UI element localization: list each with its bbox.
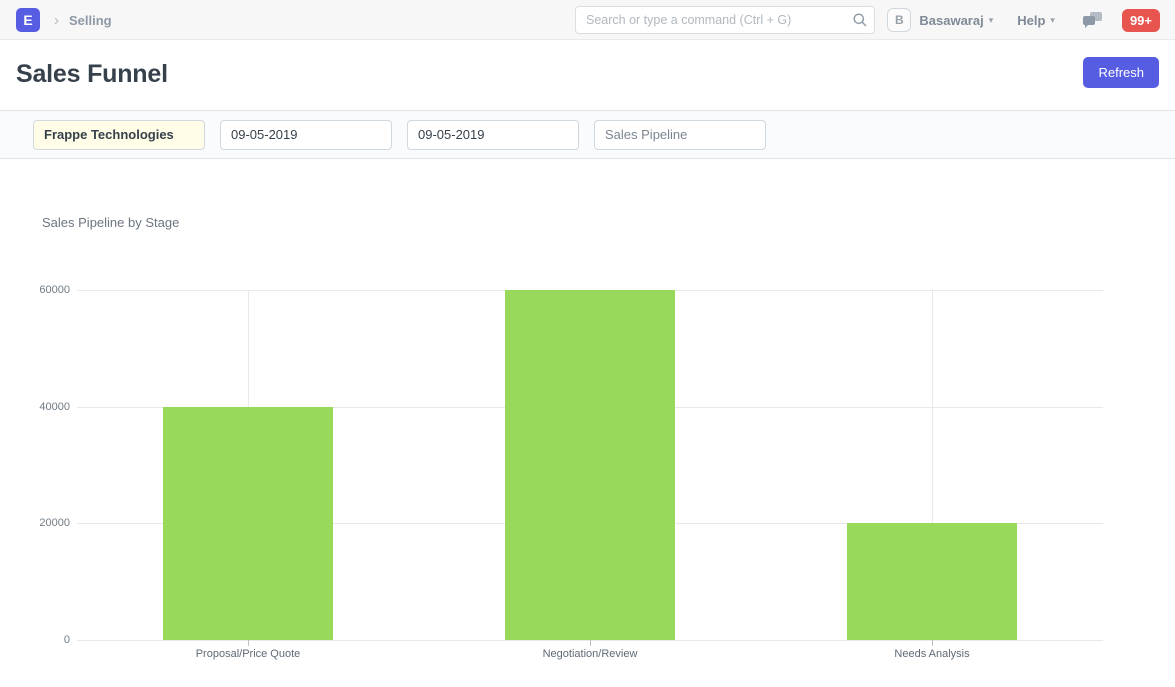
x-axis-category-label: Negotiation/Review <box>470 648 710 660</box>
search-icon <box>853 13 867 27</box>
breadcrumb-chevron-icon: › <box>54 12 59 29</box>
app-logo[interactable]: E <box>16 8 40 32</box>
from-date-input[interactable] <box>220 120 392 150</box>
search-input[interactable] <box>575 6 875 34</box>
x-axis-tick <box>248 640 249 646</box>
y-axis-tick-label: 60000 <box>10 284 70 296</box>
avatar[interactable]: B <box>887 8 911 32</box>
user-menu[interactable]: Basawaraj ▾ <box>919 13 993 28</box>
filter-bar <box>0 110 1175 159</box>
caret-down-icon: ▾ <box>989 15 994 26</box>
funnel-bar[interactable] <box>505 290 675 640</box>
navbar-left: E › Selling <box>16 0 112 40</box>
chart-title: Sales Pipeline by Stage <box>42 215 179 230</box>
x-axis-tick <box>590 640 591 646</box>
company-filter-input[interactable] <box>33 120 205 150</box>
chat-button[interactable] <box>1083 12 1102 28</box>
user-name: Basawaraj <box>919 13 983 28</box>
page-header: Sales Funnel Refresh <box>0 40 1175 110</box>
global-search <box>575 6 875 34</box>
to-date-input[interactable] <box>407 120 579 150</box>
y-axis-tick-label: 40000 <box>10 401 70 413</box>
sales-pipeline-chart: Sales Pipeline by Stage 0 20000 40000 60000… <box>0 159 1175 687</box>
y-axis-tick-label: 0 <box>10 634 70 646</box>
funnel-bar[interactable] <box>163 407 333 640</box>
chat-icon <box>1083 12 1102 28</box>
chart-type-select[interactable] <box>594 120 766 150</box>
help-label: Help <box>1017 13 1045 28</box>
x-axis-tick <box>932 640 933 646</box>
avatar-initial: B <box>895 13 904 27</box>
breadcrumb-selling[interactable]: Selling <box>69 13 112 28</box>
x-axis-category-label: Proposal/Price Quote <box>128 648 368 660</box>
notification-badge[interactable]: 99+ <box>1122 9 1160 32</box>
help-menu[interactable]: Help ▾ <box>1017 13 1055 28</box>
funnel-bar[interactable] <box>847 523 1017 640</box>
x-axis-category-label: Needs Analysis <box>812 648 1052 660</box>
caret-down-icon: ▾ <box>1050 15 1055 26</box>
refresh-button[interactable]: Refresh <box>1083 57 1159 88</box>
navbar-right: B Basawaraj ▾ Help ▾ 99+ <box>887 0 1160 40</box>
page-title: Sales Funnel <box>16 60 168 89</box>
navbar: E › Selling B Basawaraj ▾ Help ▾ <box>0 0 1175 40</box>
app-logo-letter: E <box>23 12 32 28</box>
y-axis-tick-label: 20000 <box>10 517 70 529</box>
